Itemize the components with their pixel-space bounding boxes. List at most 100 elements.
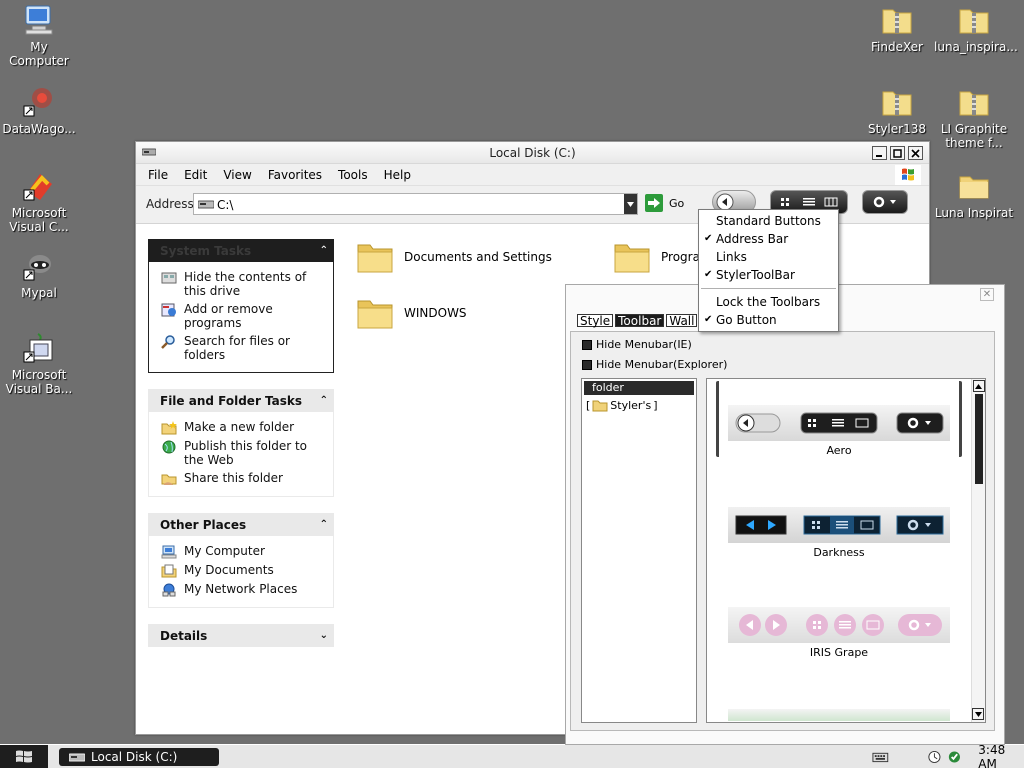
desktop-icon-findexer[interactable]: FindeXer [857,4,937,54]
clock-tray-icon[interactable] [927,749,942,765]
checkbox-label: Hide Menubar(Explorer) [596,358,728,371]
place-my-network-places[interactable]: My Network Places [161,582,329,597]
styler-toolbar-page: Hide Menubar(IE) Hide Menubar(Explorer) … [570,331,995,731]
menu-view[interactable]: View [223,168,251,182]
search-icon [161,335,175,349]
zip-folder-icon [957,4,991,36]
panel-title: Other Places [160,517,247,532]
minimize-button[interactable] [872,146,887,160]
title-bar[interactable]: Local Disk (C:) [136,142,929,164]
hide-menubar-explorer-checkbox[interactable] [582,359,592,370]
menu-edit[interactable]: Edit [184,168,207,182]
maximize-button[interactable] [890,146,905,160]
menu-bar: File Edit View Favorites Tools Help [136,164,929,186]
menu-item-lock-toolbars[interactable]: Lock the Toolbars [699,293,838,311]
menu-tools[interactable]: Tools [338,168,368,182]
theme-name: IRIS Grape [809,646,869,659]
security-tray-icon[interactable] [947,749,962,765]
chevron-down-icon [627,201,634,207]
menu-item-go-button[interactable]: ✔ Go Button [699,311,838,329]
address-dropdown-button[interactable] [624,194,637,214]
task-make-new-folder[interactable]: Make a new folder [161,420,329,435]
file-folder-tasks-header[interactable]: File and Folder Tasks ⌃ [148,389,334,412]
my-computer-icon [22,4,56,36]
task-hide-contents[interactable]: Hide the contents of this drive [161,270,329,298]
task-search-files[interactable]: Search for files or folders [161,334,329,362]
menu-item-styler-toolbar[interactable]: ✔ StylerToolBar [699,266,838,284]
desktop-icon-label: Mypal [21,286,57,300]
tab-style[interactable]: Style [577,314,614,327]
folder-icon [357,300,393,329]
other-places-body: My Computer My Documents My Network Plac… [148,536,334,608]
new-folder-icon [161,421,177,435]
place-my-documents[interactable]: My Documents [161,563,329,578]
desktop-icon-visual-basic[interactable]: Microsoft Visual Ba... [0,332,79,396]
zip-folder-icon [957,86,991,118]
gear-icon [898,614,942,636]
other-places-panel: Other Places ⌃ My Computer My Documents … [148,513,334,608]
folder-documents-and-settings[interactable]: Documents and Settings [356,239,552,275]
address-input[interactable]: C:\ [193,193,638,215]
place-my-computer[interactable]: My Computer [161,544,329,559]
desktop-icon-luna-inspirat-folder[interactable]: Luna Inspirat [934,170,1014,220]
tree-item-label: Styler's [610,399,652,412]
menu-item-label: Go Button [716,313,777,327]
desktop-icon-datawago[interactable]: DataWago... [0,86,79,136]
settings-button[interactable] [862,190,908,214]
theme-darkness[interactable]: Darkness [728,507,950,559]
theme-aero[interactable]: Aero [716,381,962,457]
task-share-folder[interactable]: Share this folder [161,471,329,486]
menu-file[interactable]: File [148,168,168,182]
folder-program[interactable]: Program [613,239,712,275]
menu-item-address-bar[interactable]: ✔ Address Bar [699,230,838,248]
desktop-icon-label: DataWago... [2,122,76,136]
menu-favorites[interactable]: Favorites [268,168,322,182]
scroll-down-button[interactable] [972,708,984,720]
menu-item-label: Address Bar [716,232,789,246]
folder-icon [614,244,650,273]
hide-menubar-explorer-option[interactable]: Hide Menubar(Explorer) [582,358,727,371]
task-publish-web[interactable]: Publish this folder to the Web [161,439,329,467]
theme-list-scrollbar[interactable] [971,379,985,722]
menu-item-standard-buttons[interactable]: Standard Buttons [699,212,838,230]
folder-icon [357,244,393,273]
tree-item-stylers[interactable]: [ Styler's ] [586,399,658,412]
desktop-icon-my-computer[interactable]: My Computer [0,4,79,68]
address-value: C:\ [217,198,234,212]
hide-menubar-ie-checkbox[interactable] [582,339,592,350]
theme-preview [728,607,950,643]
close-button[interactable] [908,146,923,160]
chevron-up-icon: ⌃ [319,395,328,406]
details-header[interactable]: Details ⌄ [148,624,334,647]
task-label: Make a new folder [184,420,295,434]
clock[interactable]: 3:48 AM [978,743,1024,768]
hide-menubar-ie-option[interactable]: Hide Menubar(IE) [582,338,692,351]
start-button[interactable] [0,745,48,768]
task-label: Hide the contents of this drive [184,270,307,298]
theme-name: Darkness [813,546,865,559]
other-places-header[interactable]: Other Places ⌃ [148,513,334,536]
menu-help[interactable]: Help [384,168,411,182]
panel-title: Details [160,628,208,643]
desktop-icon-luna-inspira[interactable]: luna_inspira... [934,4,1018,54]
keyboard-icon[interactable] [872,750,889,764]
go-button[interactable]: Go [645,194,684,212]
task-add-remove-programs[interactable]: Add or remove programs [161,302,329,330]
desktop-icon-li-graphite[interactable]: LI Graphite theme f... [934,86,1014,150]
scroll-thumb[interactable] [974,394,983,484]
address-label: Address [146,197,194,211]
system-tasks-header[interactable]: System Tasks ⌃ [148,239,334,262]
desktop-icon-mypal[interactable]: Mypal [0,250,79,300]
globe-icon [162,440,176,454]
desktop-icon-visual-c[interactable]: Microsoft Visual C... [0,170,79,234]
folder-windows[interactable]: WINDOWS [356,295,467,331]
scroll-up-button[interactable] [972,380,985,392]
taskbar-button-local-disk[interactable]: Local Disk (C:) [59,748,219,766]
tab-toolbar[interactable]: Toolbar [615,314,665,327]
menu-item-links[interactable]: Links [699,248,838,266]
theme-iris-grape[interactable]: IRIS Grape [728,607,950,659]
desktop-icon-styler138[interactable]: Styler138 [857,86,937,136]
details-panel: Details ⌄ [148,624,334,647]
styler-close-button[interactable]: ✕ [980,288,994,301]
tab-wall[interactable]: Wall [666,314,698,327]
